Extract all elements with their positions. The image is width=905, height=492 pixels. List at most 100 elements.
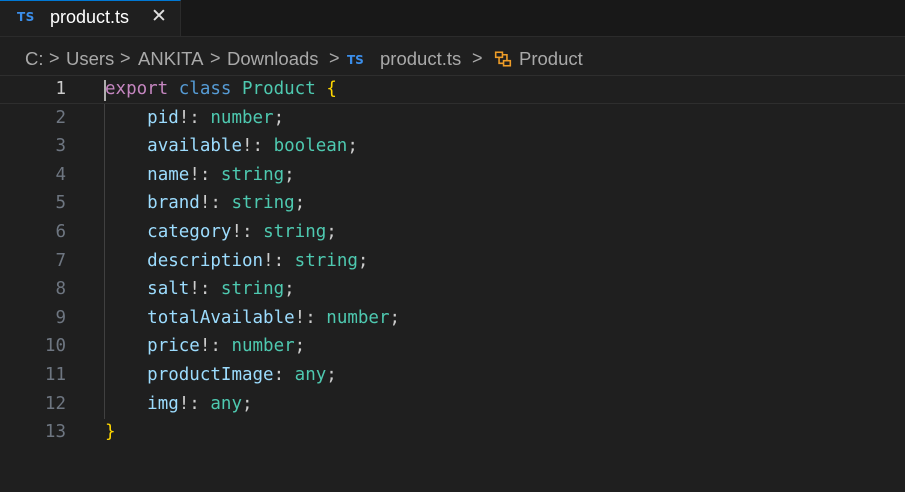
line-number: 9 xyxy=(55,307,66,328)
code-token: !: xyxy=(178,393,211,414)
line-number: 10 xyxy=(44,336,66,357)
code-token: salt xyxy=(147,279,190,300)
text-cursor xyxy=(104,80,106,101)
code-line[interactable]: 6 category!: string; xyxy=(0,218,905,247)
breadcrumb-item-users[interactable]: Users xyxy=(66,48,114,70)
typescript-file-icon: TS xyxy=(347,53,364,67)
line-number: 5 xyxy=(55,193,66,214)
code-line[interactable]: 4 name!: string; xyxy=(0,161,905,190)
code-token: available xyxy=(147,136,242,157)
line-number: 4 xyxy=(55,164,66,185)
code-text: productImage: any; xyxy=(105,361,337,390)
chevron-right-icon: > xyxy=(210,48,221,68)
line-number: 13 xyxy=(44,422,66,443)
code-token: !: xyxy=(263,250,295,271)
code-line[interactable]: 2 pid!: number; xyxy=(0,104,905,133)
tab-label: product.ts xyxy=(50,7,130,27)
breadcrumb-item-downloads[interactable]: Downloads xyxy=(227,48,319,70)
code-line[interactable]: 5 brand!: string; xyxy=(0,189,905,218)
code-token: productImage xyxy=(147,365,274,385)
code-token: brand xyxy=(147,193,200,214)
breadcrumb-item-drive[interactable]: C: xyxy=(25,48,44,70)
code-token: string xyxy=(231,193,295,214)
code-token: ; xyxy=(326,222,337,242)
chevron-right-icon: > xyxy=(120,48,131,68)
code-text: } xyxy=(105,418,116,447)
code-line[interactable]: 3 available!: boolean; xyxy=(0,132,905,161)
code-token: boolean xyxy=(273,136,348,157)
line-number: 3 xyxy=(55,136,66,157)
code-token: category xyxy=(147,222,232,242)
code-line[interactable]: 8 salt!: string; xyxy=(0,275,905,304)
code-token: totalAvailable xyxy=(147,307,295,328)
code-token: number xyxy=(210,107,274,128)
chevron-right-icon: > xyxy=(329,48,340,68)
code-text: category!: string; xyxy=(105,218,337,247)
code-line[interactable]: 13} xyxy=(0,418,905,447)
code-line[interactable]: 7 description!: string; xyxy=(0,247,905,276)
code-token: string xyxy=(220,164,285,185)
code-token: ; xyxy=(284,164,295,185)
chevron-right-icon: > xyxy=(472,48,483,68)
code-line[interactable]: 1 export class Product { xyxy=(0,75,905,104)
code-token: !: xyxy=(199,193,232,214)
code-token: img xyxy=(147,393,179,414)
code-token: !: xyxy=(294,307,327,328)
line-number: 12 xyxy=(44,393,66,414)
code-token: { xyxy=(326,79,337,99)
code-line[interactable]: 10 price!: number; xyxy=(0,332,905,361)
tab-bar: TS product.ts ✕ xyxy=(0,0,905,37)
line-number: 11 xyxy=(44,365,66,385)
code-token: any xyxy=(294,365,327,385)
code-text: price!: number; xyxy=(105,332,305,361)
code-text: name!: string; xyxy=(105,161,295,190)
code-token: pid xyxy=(147,107,179,128)
code-token: export xyxy=(105,79,169,99)
code-token: !: xyxy=(178,107,211,128)
typescript-file-icon: TS xyxy=(17,10,35,24)
code-text: brand!: string; xyxy=(105,189,305,218)
code-token: ; xyxy=(294,193,306,214)
code-text: img!: any; xyxy=(105,390,253,419)
code-token: string xyxy=(263,222,327,242)
code-token: !: xyxy=(189,164,221,185)
code-token: !: xyxy=(231,222,264,242)
code-token: } xyxy=(105,422,116,443)
code-token: description xyxy=(147,250,264,271)
code-line[interactable]: 11 productImage: any; xyxy=(0,361,905,390)
line-number: 6 xyxy=(55,222,66,242)
code-token: name xyxy=(147,164,190,185)
tab-product-ts[interactable]: TS product.ts ✕ xyxy=(0,0,181,36)
code-token: number xyxy=(326,307,390,328)
code-token: price xyxy=(147,336,200,357)
breadcrumb-item-file[interactable]: product.ts xyxy=(380,48,461,70)
code-token: string xyxy=(294,250,358,271)
code-editor[interactable]: 1 export class Product {2 pid!: number; 3 … xyxy=(0,75,905,492)
code-text: description!: string; xyxy=(105,247,368,276)
code-token: ; xyxy=(284,279,295,300)
code-line[interactable]: 9 totalAvailable!: number; xyxy=(0,304,905,333)
code-token: ; xyxy=(294,336,306,357)
code-token: any xyxy=(210,393,242,414)
code-text: pid!: number; xyxy=(105,104,284,133)
close-icon[interactable]: ✕ xyxy=(148,5,170,27)
code-token: ; xyxy=(241,393,253,414)
breadcrumb-item-class[interactable]: Product xyxy=(519,48,583,70)
code-token: : xyxy=(273,365,295,385)
breadcrumb-item-ankita[interactable]: ANKITA xyxy=(138,48,203,70)
code-line[interactable]: 12 img!: any; xyxy=(0,390,905,419)
line-number: 1 xyxy=(55,79,66,99)
code-token: !: xyxy=(189,279,221,300)
code-token: ; xyxy=(326,365,337,385)
symbol-class-icon xyxy=(494,51,512,67)
code-text: totalAvailable!: number; xyxy=(105,304,400,333)
